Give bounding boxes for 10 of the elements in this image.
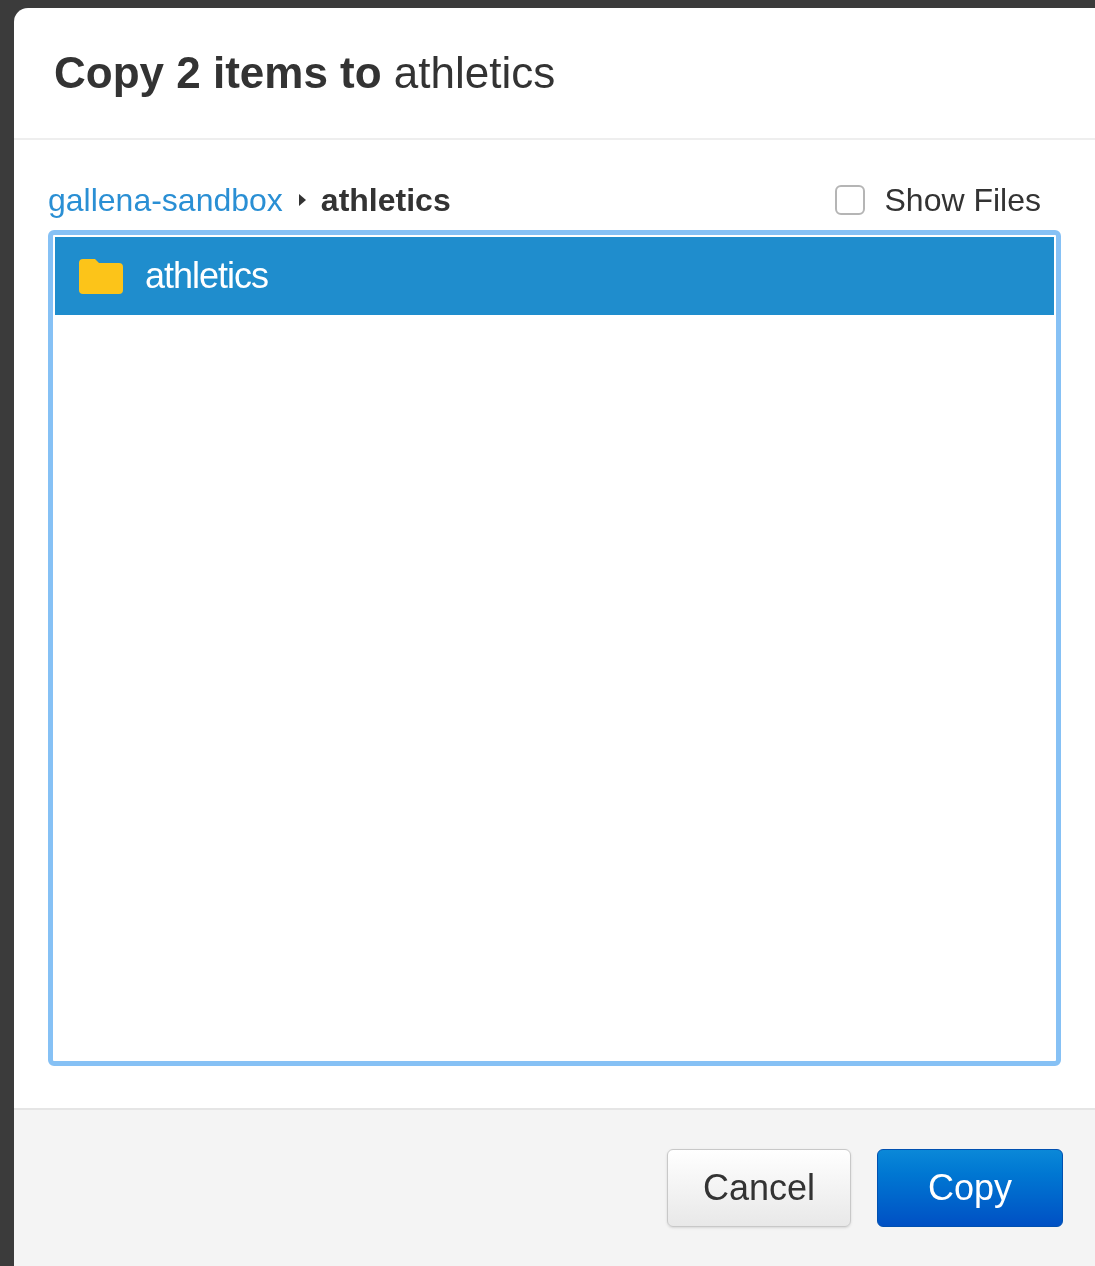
folder-icon: [77, 257, 125, 295]
show-files-checkbox[interactable]: [834, 185, 865, 215]
folder-row[interactable]: athletics: [55, 237, 1054, 315]
caret-icon: [296, 192, 307, 208]
cancel-button[interactable]: Cancel: [667, 1149, 851, 1227]
copy-button[interactable]: Copy: [877, 1149, 1063, 1227]
dialog-title: Copy 2 items to athletics: [54, 47, 556, 99]
breadcrumb-link[interactable]: gallena-sandbox: [48, 176, 283, 224]
show-files-label: Show Files: [884, 181, 1041, 220]
breadcrumb-current: athletics: [320, 181, 451, 220]
